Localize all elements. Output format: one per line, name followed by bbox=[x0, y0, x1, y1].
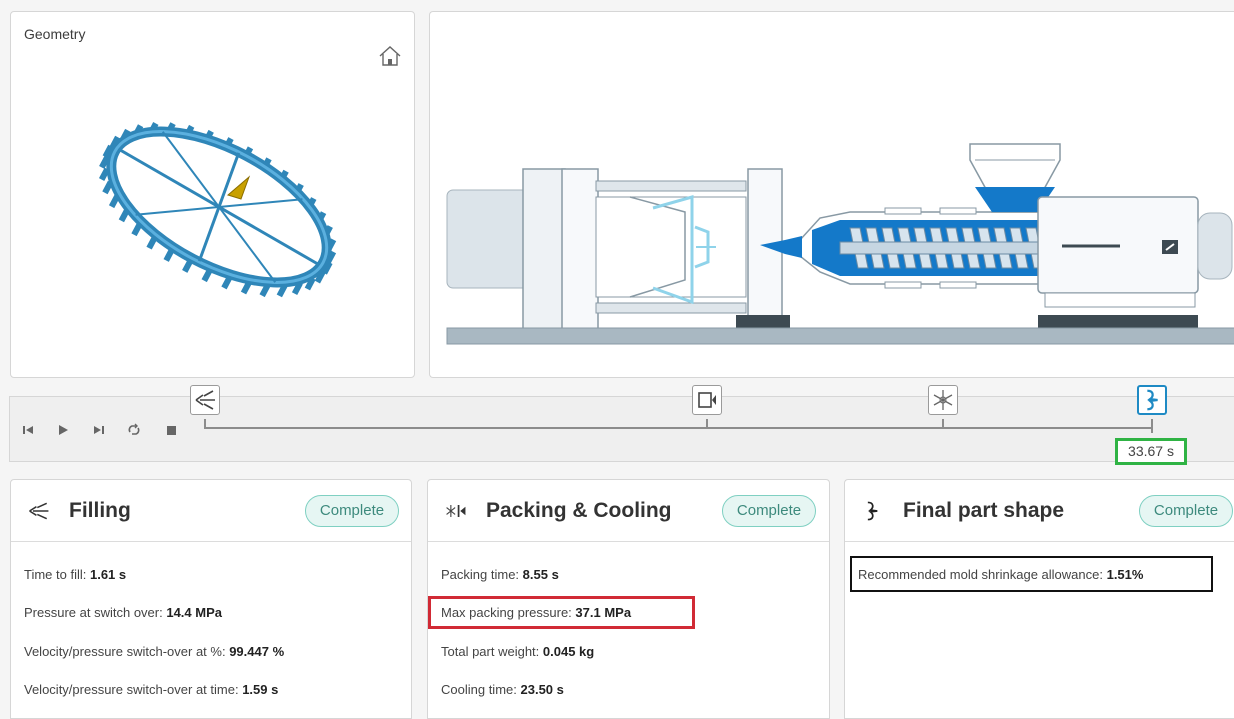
timeline-tick bbox=[706, 419, 708, 429]
packing-icon bbox=[446, 505, 466, 517]
filling-row-time-to-fill: Time to fill: 1.61 s bbox=[24, 567, 127, 582]
final-row-shrinkage-allowance: Recommended mold shrinkage allowance: 1.… bbox=[858, 567, 1144, 582]
timeline-tick bbox=[942, 419, 944, 429]
home-icon[interactable] bbox=[377, 44, 403, 68]
timeline-track[interactable] bbox=[204, 427, 1152, 429]
part-geometry-view[interactable] bbox=[91, 107, 351, 317]
filling-row-switch-over-percent: Velocity/pressure switch-over at %: 99.4… bbox=[24, 644, 285, 659]
skip-start-icon[interactable] bbox=[20, 422, 36, 438]
timeline-tick bbox=[1151, 419, 1153, 433]
final-title: Final part shape bbox=[903, 499, 1065, 522]
packing-icon bbox=[698, 392, 716, 408]
stop-icon[interactable] bbox=[163, 422, 179, 438]
final-part-shape-card: Final part shape Complete Recommended mo… bbox=[844, 479, 1234, 719]
final-status-badge: Complete bbox=[1139, 495, 1233, 527]
filling-title: Filling bbox=[69, 499, 131, 522]
machine-illustration-panel bbox=[429, 11, 1234, 378]
loop-icon[interactable] bbox=[126, 422, 142, 438]
packing-row-part-weight: Total part weight: 0.045 kg bbox=[441, 644, 595, 659]
packing-title: Packing & Cooling bbox=[486, 499, 672, 522]
final-shape-icon bbox=[867, 501, 878, 521]
timeline-bar[interactable]: 33.67 s bbox=[9, 385, 1234, 465]
filling-row-switch-over-time: Velocity/pressure switch-over at time: 1… bbox=[24, 682, 279, 697]
injection-molding-machine-illustration bbox=[446, 143, 1234, 345]
current-time-readout: 33.67 s bbox=[1115, 438, 1187, 465]
final-shape-icon bbox=[1147, 389, 1158, 411]
packing-row-packing-time: Packing time: 8.55 s bbox=[441, 567, 559, 582]
filling-status-badge: Complete bbox=[305, 495, 399, 527]
filling-card: Filling Complete Time to fill: 1.61 s Pr… bbox=[10, 479, 412, 719]
geometry-title: Geometry bbox=[24, 26, 86, 42]
timeline-filling-marker[interactable] bbox=[190, 385, 220, 415]
filling-icon bbox=[195, 390, 215, 410]
filling-icon bbox=[29, 502, 49, 520]
packing-status-badge: Complete bbox=[722, 495, 816, 527]
timeline-final-shape-marker[interactable] bbox=[1137, 385, 1167, 415]
geometry-panel: Geometry bbox=[10, 11, 415, 378]
play-icon[interactable] bbox=[55, 422, 71, 438]
timeline-packing-marker[interactable] bbox=[692, 385, 722, 415]
sprue-icon bbox=[226, 175, 251, 200]
timeline-cooling-marker[interactable] bbox=[928, 385, 958, 415]
timeline-tick bbox=[204, 419, 206, 429]
packing-cooling-card: Packing & Cooling Complete Packing time:… bbox=[427, 479, 830, 719]
cooling-icon bbox=[933, 390, 953, 410]
filling-row-pressure-switch-over: Pressure at switch over: 14.4 MPa bbox=[24, 605, 222, 620]
packing-row-max-pressure: Max packing pressure: 37.1 MPa bbox=[441, 605, 632, 620]
packing-row-cooling-time: Cooling time: 23.50 s bbox=[441, 682, 564, 697]
skip-end-icon[interactable] bbox=[91, 422, 107, 438]
